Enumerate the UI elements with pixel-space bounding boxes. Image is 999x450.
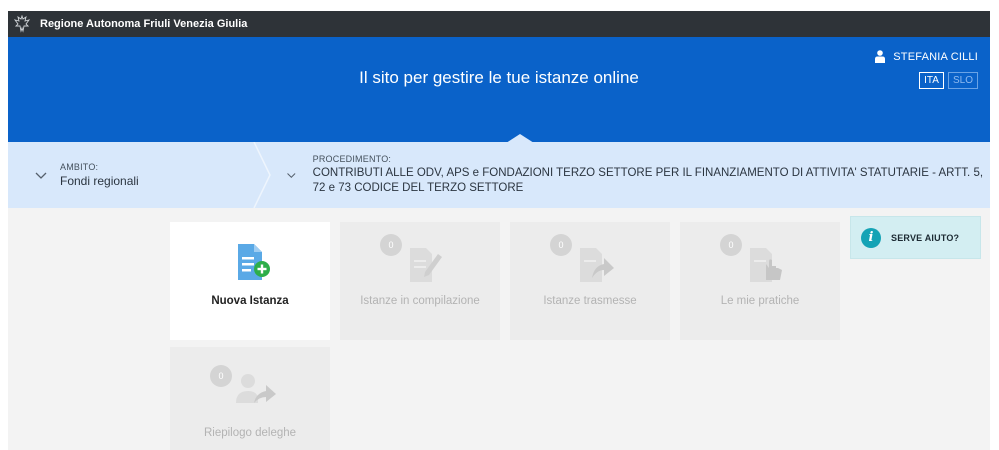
- top-bar: Regione Autonoma Friuli Venezia Giulia: [8, 11, 990, 37]
- tile-label: Nuova Istanza: [211, 295, 289, 307]
- user-icon: [875, 50, 886, 63]
- language-switcher: ITA SLO: [919, 72, 978, 89]
- new-document-plus-icon: [238, 244, 270, 280]
- tile-label: Riepilogo deleghe: [203, 427, 297, 439]
- tile-istanze-in-compilazione[interactable]: 0 Istanze in compilazione: [340, 222, 500, 340]
- user-menu[interactable]: STEFANIA CILLI: [875, 50, 978, 63]
- chevron-down-icon: [35, 172, 47, 179]
- tile-label: Le mie pratiche: [720, 295, 800, 307]
- brand-name[interactable]: Regione Autonoma Friuli Venezia Giulia: [40, 18, 247, 30]
- count-badge: 0: [380, 234, 402, 256]
- tile-riepilogo-deleghe[interactable]: 0 Riepilogo deleghe: [170, 347, 330, 450]
- ambito-value: Fondi regionali: [60, 174, 139, 188]
- ambito-label: AMBITO:: [60, 162, 99, 172]
- help-label: SERVE AIUTO?: [891, 232, 960, 243]
- help-button[interactable]: i SERVE AIUTO?: [850, 216, 981, 259]
- scope-selector-bar: AMBITO: Fondi regionali PROCEDIMENTO: CO…: [8, 142, 990, 208]
- eagle-logo-icon: [14, 15, 30, 33]
- user-name: STEFANIA CILLI: [893, 50, 978, 63]
- breadcrumb-separator: [253, 142, 271, 208]
- count-badge: 0: [210, 365, 232, 387]
- count-badge: 0: [720, 234, 742, 256]
- procedimento-label: PROCEDIMENTO:: [312, 154, 392, 164]
- tile-label: Istanze in compilazione: [360, 295, 480, 307]
- app-frame: Regione Autonoma Friuli Venezia Giulia I…: [8, 11, 990, 450]
- info-icon: i: [861, 227, 881, 248]
- procedimento-dropdown[interactable]: PROCEDIMENTO: CONTRIBUTI ALLE ODV, APS e…: [286, 142, 986, 208]
- chevron-down-icon: [287, 173, 296, 178]
- procedimento-value: CONTRIBUTI ALLE ODV, APS e FONDAZIONI TE…: [312, 167, 984, 194]
- tile-nuova-istanza[interactable]: Nuova Istanza: [170, 222, 330, 340]
- ambito-dropdown[interactable]: AMBITO: Fondi regionali: [8, 142, 268, 208]
- tile-le-mie-pratiche[interactable]: 0 Le mie pratiche: [680, 222, 840, 340]
- tile-istanze-trasmesse[interactable]: 0 Istanze trasmesse: [510, 222, 670, 340]
- tile-label: Istanze trasmesse: [543, 295, 637, 307]
- page-title: Il sito per gestire le tue istanze onlin…: [359, 68, 639, 87]
- lang-slo-button[interactable]: SLO: [947, 72, 978, 89]
- header-banner: Il sito per gestire le tue istanze onlin…: [8, 37, 990, 142]
- count-badge: 0: [550, 234, 572, 256]
- lang-ita-button[interactable]: ITA: [919, 72, 944, 89]
